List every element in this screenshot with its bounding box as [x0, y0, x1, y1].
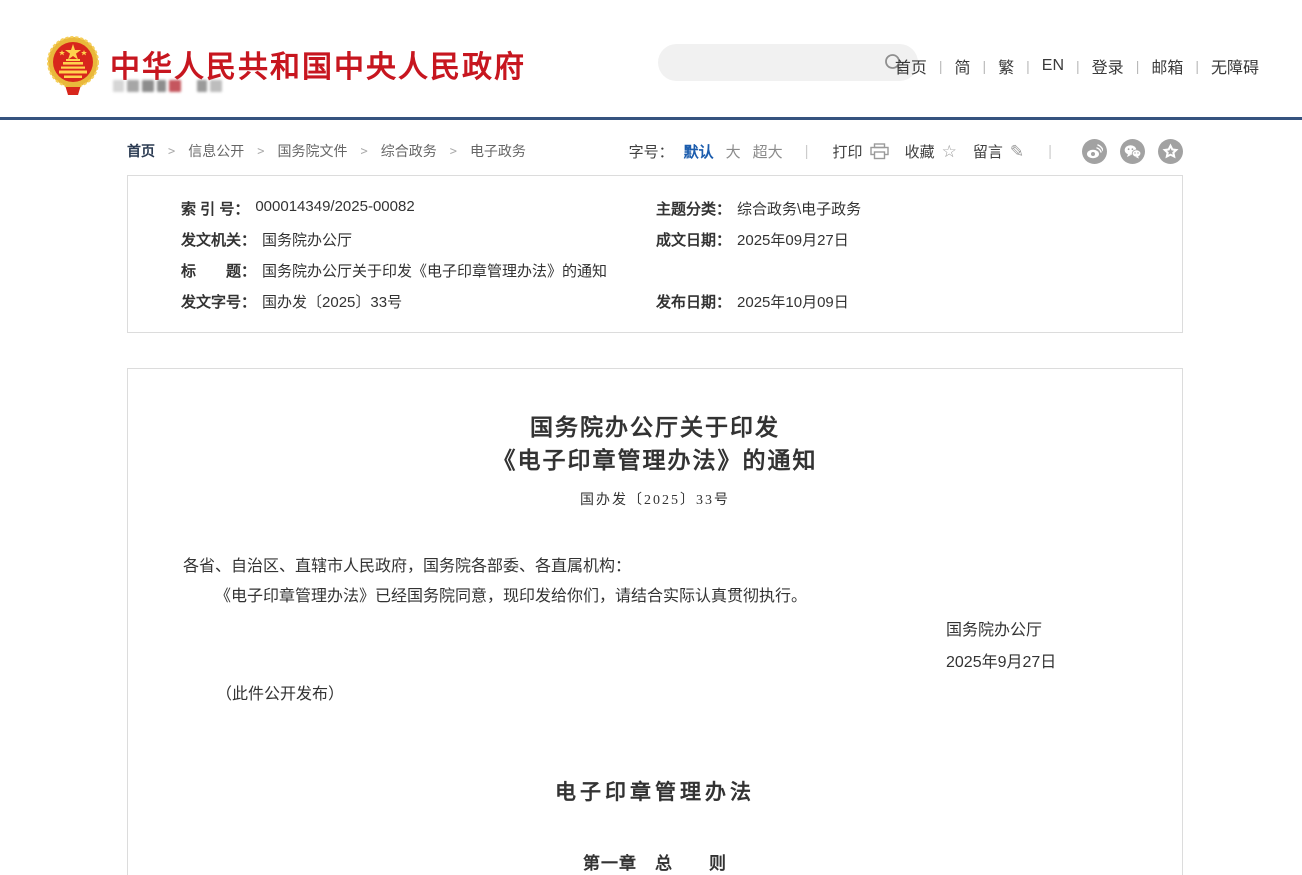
font-size-xlarge-button[interactable]: 超大 [753, 141, 783, 162]
share-buttons [1082, 139, 1183, 164]
pencil-icon: ✎ [1010, 143, 1024, 160]
nav-simplified[interactable]: 简 [942, 54, 982, 78]
nav-mailbox[interactable]: 邮箱 [1139, 54, 1195, 78]
breadcrumb-info-disclosure[interactable]: 信息公开 [188, 141, 244, 161]
document-content-box: 国务院办公厅关于印发 《电子印章管理办法》的通知 国办发〔2025〕33号 各省… [127, 368, 1183, 875]
print-label: 打印 [833, 141, 863, 162]
nav-login[interactable]: 登录 [1080, 54, 1136, 78]
meta-publish-date-value: 2025年10月09日 [737, 291, 849, 312]
print-button[interactable]: 打印 [833, 141, 889, 162]
meta-written-date-label: 成文日期： [656, 229, 731, 250]
site-subtitle-blurred [113, 80, 222, 92]
document-meta-box: 索 引 号： 000014349/2025-00082 主题分类： 综合政务\电… [127, 175, 1183, 333]
breadcrumb-state-council-docs[interactable]: 国务院文件 [277, 141, 347, 161]
toolbar-separator: | [805, 143, 809, 160]
chevron-right-icon: > [360, 144, 367, 158]
meta-doc-number-label: 发文字号： [181, 291, 256, 312]
document-salutation: 各省、自治区、直辖市人民政府，国务院各部委、各直属机构： [183, 552, 1127, 582]
favorite-button[interactable]: 收藏 ☆ [905, 141, 957, 162]
nav-traditional[interactable]: 繁 [986, 54, 1026, 78]
meta-doc-number-value: 国办发〔2025〕33号 [262, 291, 402, 312]
nav-accessibility[interactable]: 无障碍 [1199, 54, 1271, 78]
meta-row: 发文字号： 国办发〔2025〕33号 发布日期： 2025年10月09日 [128, 286, 1182, 317]
nav-home[interactable]: 首页 [883, 54, 939, 78]
qzone-star-icon [1162, 143, 1179, 159]
meta-title-value: 国务院办公厅关于印发《电子印章管理办法》的通知 [262, 260, 607, 281]
font-size-default-button[interactable]: 默认 [684, 141, 714, 162]
meta-row: 发文机关： 国务院办公厅 成文日期： 2025年09月27日 [128, 224, 1182, 255]
document-number: 国办发〔2025〕33号 [183, 489, 1127, 509]
chevron-right-icon: > [168, 144, 175, 158]
search-input[interactable] [658, 44, 884, 81]
meta-topic-label: 主题分类： [656, 198, 731, 219]
wechat-icon [1124, 144, 1141, 159]
star-icon: ☆ [942, 143, 957, 160]
document-title-line1: 国务院办公厅关于印发 [183, 411, 1127, 444]
top-nav: 首页| 简| 繁| EN| 登录| 邮箱| 无障碍 [883, 54, 1271, 78]
signature-date: 2025年9月27日 [946, 647, 1127, 679]
signature-block: 国务院办公厅 2025年9月27日 [946, 615, 1127, 679]
meta-publish-date-label: 发布日期： [656, 291, 731, 312]
search-box[interactable] [658, 44, 918, 81]
meta-topic-value: 综合政务\电子政务 [737, 198, 861, 219]
regulation-title: 电子印章管理办法 [183, 776, 1127, 806]
weibo-icon [1086, 144, 1103, 159]
meta-written-date-value: 2025年09月27日 [737, 229, 849, 250]
signature-agency: 国务院办公厅 [946, 615, 1127, 647]
site-header: 中华人民共和国中央人民政府 首页| 简| 繁| EN| 登录| 邮箱| 无障碍 [0, 0, 1302, 117]
qzone-share-button[interactable] [1158, 139, 1183, 164]
breadcrumb-general-affairs[interactable]: 综合政务 [381, 141, 437, 161]
toolbar-separator: | [1048, 143, 1052, 160]
meta-row: 索 引 号： 000014349/2025-00082 主题分类： 综合政务\电… [128, 193, 1182, 224]
meta-row: 标 题： 国务院办公厅关于印发《电子印章管理办法》的通知 [128, 255, 1182, 286]
document-paragraph: 《电子印章管理办法》已经国务院同意，现印发给你们，请结合实际认真贯彻执行。 [183, 582, 1127, 612]
printer-icon [870, 143, 889, 160]
font-size-large-button[interactable]: 大 [726, 141, 741, 162]
national-emblem-logo[interactable] [47, 36, 99, 96]
weibo-share-button[interactable] [1082, 139, 1107, 164]
chevron-right-icon: > [450, 144, 457, 158]
public-release-note: （此件公开发布） [216, 680, 1127, 710]
chapter-heading: 第一章 总 则 [183, 849, 1127, 874]
comment-button[interactable]: 留言 ✎ [973, 141, 1024, 162]
favorite-label: 收藏 [905, 141, 935, 162]
meta-agency-label: 发文机关： [181, 229, 256, 250]
font-size-label: 字号： [629, 141, 674, 162]
wechat-share-button[interactable] [1120, 139, 1145, 164]
meta-index-label: 索 引 号： [181, 198, 249, 219]
meta-title-label: 标 题： [181, 260, 256, 281]
meta-agency-value: 国务院办公厅 [262, 229, 352, 250]
chevron-right-icon: > [257, 144, 264, 158]
breadcrumb-home[interactable]: 首页 [127, 141, 155, 161]
nav-english[interactable]: EN [1030, 57, 1076, 75]
page-toolbar: 字号： 默认 大 超大 | 打印 收藏 ☆ 留言 ✎ | [629, 139, 1183, 164]
meta-index-value: 000014349/2025-00082 [255, 198, 414, 219]
breadcrumb: 首页 > 信息公开 > 国务院文件 > 综合政务 > 电子政务 [127, 141, 526, 161]
document-title-line2: 《电子印章管理办法》的通知 [183, 444, 1127, 477]
comment-label: 留言 [973, 141, 1003, 162]
breadcrumb-e-government[interactable]: 电子政务 [470, 141, 526, 161]
